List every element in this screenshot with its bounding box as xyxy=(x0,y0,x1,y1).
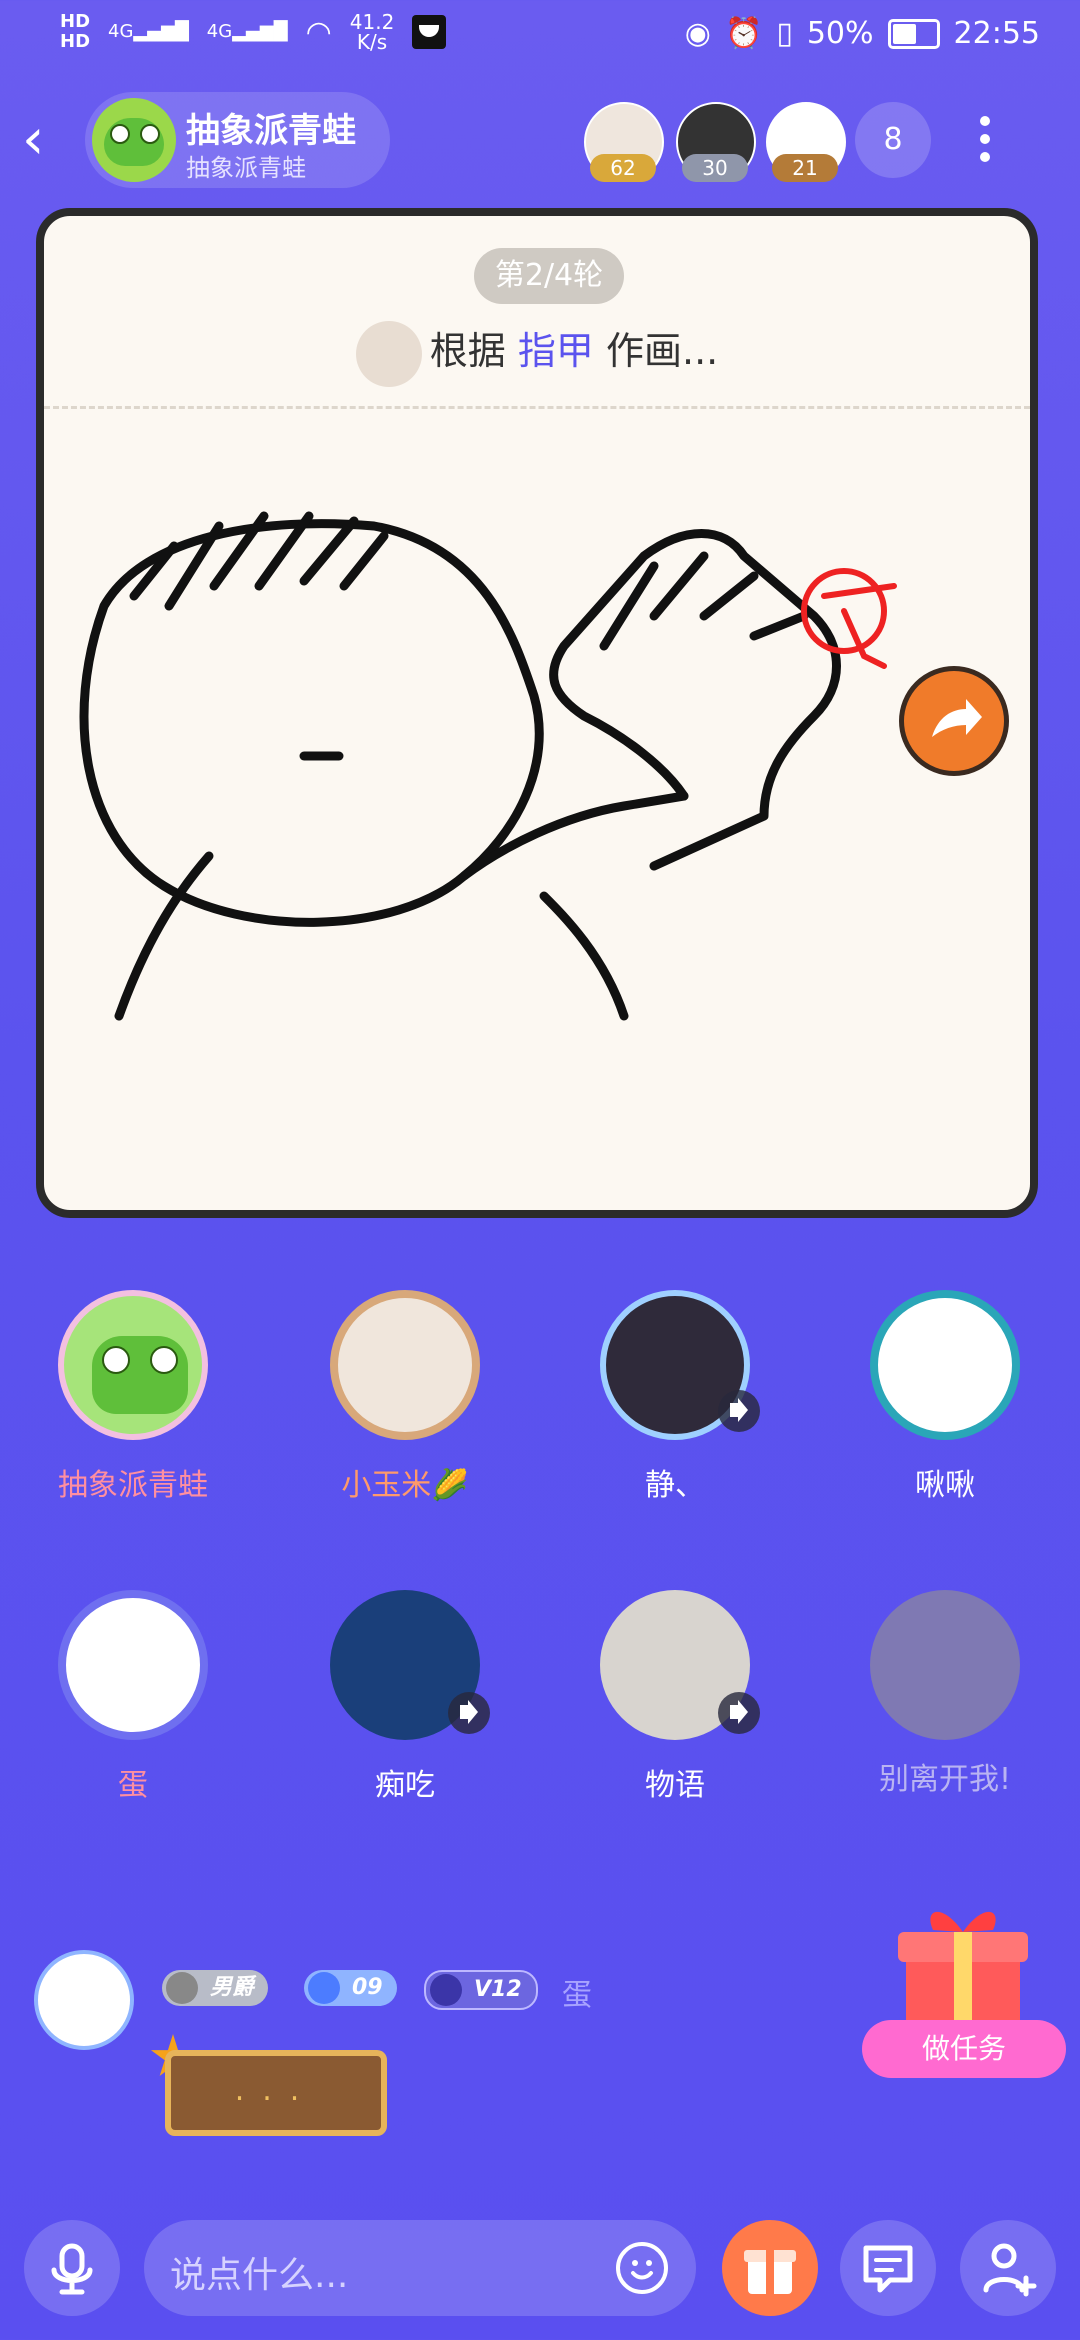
task-button[interactable]: 做任务 xyxy=(862,2020,1066,2078)
gift-box-icon[interactable] xyxy=(888,1898,1038,2038)
drawer-avatar xyxy=(355,320,422,387)
round-indicator: 第2/4轮 xyxy=(474,248,624,304)
gender-rank-badge: 男爵 xyxy=(162,1970,269,2006)
mic-seat[interactable]: 物语 xyxy=(570,1590,770,1810)
share-button[interactable] xyxy=(899,666,1009,776)
seat-name: 别离开我! xyxy=(878,1762,1012,1797)
network-speed: 41.2 K/s xyxy=(349,10,395,54)
mic-seat[interactable]: 别离开我! xyxy=(840,1590,1040,1810)
gift-button[interactable] xyxy=(722,2220,818,2316)
mic-seat[interactable]: 啾啾 xyxy=(840,1290,1040,1510)
mic-muted-icon xyxy=(718,1692,760,1734)
back-button[interactable]: ‹ xyxy=(22,110,72,170)
room-subtitle: 抽象派青蛙 xyxy=(186,154,306,182)
seat-avatar[interactable] xyxy=(58,1590,208,1740)
mask-app-icon xyxy=(412,15,447,49)
level-badge: 09 xyxy=(304,1970,397,2006)
mic-seat[interactable]: 蛋 xyxy=(28,1590,228,1810)
seat-avatar[interactable] xyxy=(58,1290,208,1440)
mic-muted-icon xyxy=(448,1692,490,1734)
signal-icon-2: 4G▂▄▆█ xyxy=(206,21,288,42)
mic-button[interactable] xyxy=(24,2220,120,2316)
top-user-2-score: 30 xyxy=(682,154,748,182)
top-user-3-score: 21 xyxy=(772,154,838,182)
top-user-1-score: 62 xyxy=(590,154,656,182)
chat-input[interactable]: 说点什么... xyxy=(144,2220,696,2316)
clock: 22:55 xyxy=(953,16,1040,51)
seat-name: 物语 xyxy=(645,1768,705,1803)
online-count[interactable]: 8 xyxy=(855,102,931,178)
seat-avatar[interactable] xyxy=(330,1290,480,1440)
emoji-icon[interactable] xyxy=(616,2242,668,2294)
battery-percent: 50% xyxy=(806,16,874,51)
seat-name: 啾啾 xyxy=(915,1468,975,1503)
messages-button[interactable] xyxy=(840,2220,936,2316)
vip-badge: V12 xyxy=(424,1970,538,2010)
invite-button[interactable] xyxy=(960,2220,1056,2316)
prompt-keyword: 指甲 xyxy=(517,329,594,373)
seat-name: 小玉米🌽 xyxy=(341,1468,469,1503)
drawing-canvas xyxy=(79,511,897,1021)
status-bar: HD HD 4G▂▄▆█ 4G▂▄▆█ ◠ 41.2 K/s ◉ ⏰ ▯ 50% 2… xyxy=(0,0,1080,70)
vibrate-icon: ▯ xyxy=(776,16,793,51)
more-options-icon[interactable] xyxy=(975,110,995,170)
chat-user-name: 蛋 xyxy=(562,1978,592,2013)
battery-icon xyxy=(887,18,940,49)
divider xyxy=(44,406,1030,409)
mic-seat[interactable]: 静、 xyxy=(570,1290,770,1510)
signal-icon: 4G▂▄▆█ xyxy=(108,21,189,42)
wifi-icon: ◠ xyxy=(305,14,332,50)
seat-name: 痴吃 xyxy=(375,1768,435,1803)
chat-user-avatar[interactable] xyxy=(34,1950,134,2050)
microphone-icon xyxy=(51,2243,93,2295)
mic-muted-icon xyxy=(718,1390,760,1432)
chat-bubble-icon xyxy=(863,2245,913,2293)
eye-icon: ◉ xyxy=(684,16,711,51)
alarm-icon: ⏰ xyxy=(724,16,763,51)
mic-seat[interactable]: 小玉米🌽 xyxy=(300,1290,500,1510)
mic-seat[interactable]: 抽象派青蛙 xyxy=(28,1290,228,1510)
seat-avatar[interactable] xyxy=(870,1590,1020,1740)
add-user-icon xyxy=(983,2243,1037,2297)
hd-indicator: HD HD xyxy=(60,11,91,52)
room-title: 抽象派青蛙 xyxy=(186,111,356,151)
chat-bubble: ... xyxy=(165,2050,387,2136)
chat-input-placeholder: 说点什么... xyxy=(170,2255,349,2296)
seat-avatar[interactable] xyxy=(870,1290,1020,1440)
gift-icon xyxy=(744,2250,796,2294)
drawing-prompt: 根据 指甲 作画... xyxy=(44,320,1030,387)
seat-name: 蛋 xyxy=(118,1768,148,1803)
seat-name: 静、 xyxy=(645,1468,705,1503)
mic-seat[interactable]: 痴吃 xyxy=(300,1590,500,1810)
share-arrow-icon xyxy=(932,699,982,737)
drawing-card: 第2/4轮 根据 指甲 作画... xyxy=(36,208,1038,1218)
seat-name: 抽象派青蛙 xyxy=(58,1468,208,1503)
room-avatar[interactable] xyxy=(92,98,176,182)
